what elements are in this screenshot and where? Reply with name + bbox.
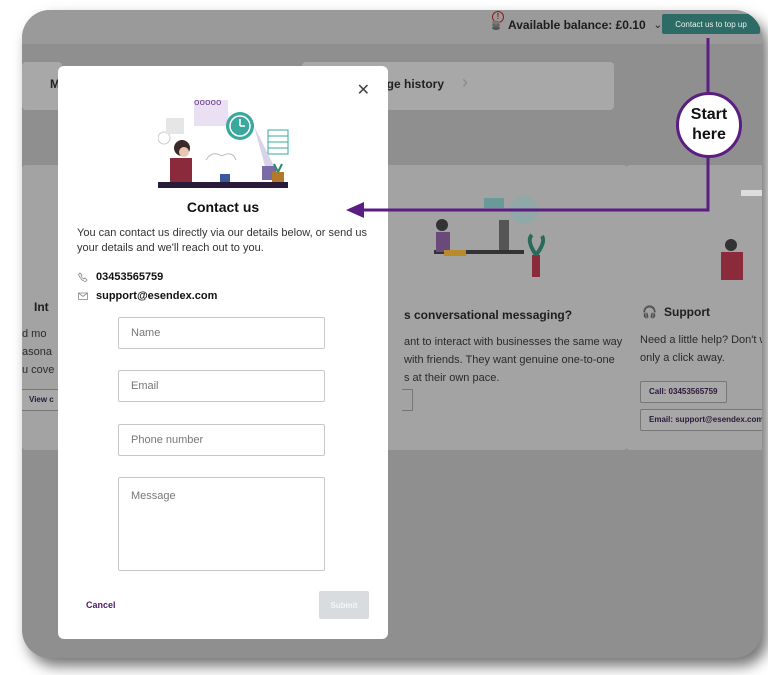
balance-display[interactable]: Available balance: £0.10 ⌄ bbox=[490, 18, 662, 32]
card-line: u cove bbox=[22, 364, 55, 376]
coins-icon bbox=[492, 20, 500, 30]
headset-icon: 🎧 bbox=[642, 305, 657, 319]
card-line: only a click away. bbox=[640, 352, 725, 364]
card-title: s conversational messaging? bbox=[404, 308, 573, 322]
nav-card-label: age history bbox=[380, 77, 445, 91]
email-input[interactable] bbox=[118, 370, 325, 402]
contact-us-modal: ✕ ooooo Contact us You can contact us di… bbox=[58, 66, 388, 639]
email-support-button[interactable]: Email: support@esendex.com bbox=[640, 409, 762, 431]
card-line: with friends. They want genuine one-to-o… bbox=[404, 354, 615, 366]
start-here-annotation: Start here bbox=[676, 92, 742, 158]
card-title: Support bbox=[664, 305, 710, 319]
balance-label: Available balance: £0.10 bbox=[508, 18, 646, 32]
cancel-button[interactable]: Cancel bbox=[86, 600, 116, 610]
card-line: asona bbox=[22, 346, 52, 358]
email-address: support@esendex.com bbox=[96, 290, 218, 302]
card-line: ant to interact with businesses the same… bbox=[404, 336, 623, 348]
email-contact[interactable]: support@esendex.com bbox=[78, 290, 217, 302]
info-card-conversational: s conversational messaging? ant to inter… bbox=[384, 165, 627, 450]
close-icon[interactable]: ✕ bbox=[357, 80, 370, 100]
support-illustration bbox=[721, 190, 762, 280]
chevron-down-icon: ⌄ bbox=[653, 19, 663, 31]
card-line: s at their own pace. bbox=[404, 372, 500, 384]
card-button-edge[interactable] bbox=[402, 389, 413, 411]
svg-text:ooooo: ooooo bbox=[194, 98, 222, 108]
annotation-line-2: here bbox=[692, 126, 726, 143]
info-card-left: Int d mo asona u cove View c bbox=[22, 165, 63, 450]
name-input[interactable] bbox=[118, 317, 325, 349]
phone-number: 03453565759 bbox=[96, 271, 164, 283]
phone-number-input[interactable] bbox=[118, 424, 325, 456]
modal-title: Contact us bbox=[186, 199, 260, 215]
messaging-illustration bbox=[434, 196, 546, 277]
modal-description: You can contact us directly via our deta… bbox=[77, 227, 368, 254]
submit-button[interactable]: Submit bbox=[319, 591, 369, 619]
card-line: Need a little help? Don't wo bbox=[640, 334, 762, 346]
annotation-line-1: Start bbox=[690, 106, 728, 123]
envelope-icon bbox=[78, 292, 88, 300]
top-up-button[interactable]: Contact us to top up bbox=[662, 14, 760, 34]
card-title: Int bbox=[34, 300, 49, 314]
info-card-support: 🎧 Support Need a little help? Don't wo o… bbox=[626, 165, 762, 450]
card-line: d mo bbox=[22, 328, 47, 340]
nav-card-left[interactable]: M bbox=[22, 62, 62, 110]
contact-illustration: ooooo bbox=[158, 98, 289, 188]
view-button[interactable]: View c bbox=[22, 389, 63, 411]
phone-icon bbox=[78, 272, 88, 282]
call-button[interactable]: Call: 03453565759 bbox=[640, 381, 727, 403]
phone-contact[interactable]: 03453565759 bbox=[78, 271, 163, 283]
chevron-right-icon: › bbox=[462, 72, 468, 92]
message-textarea[interactable] bbox=[118, 477, 325, 571]
